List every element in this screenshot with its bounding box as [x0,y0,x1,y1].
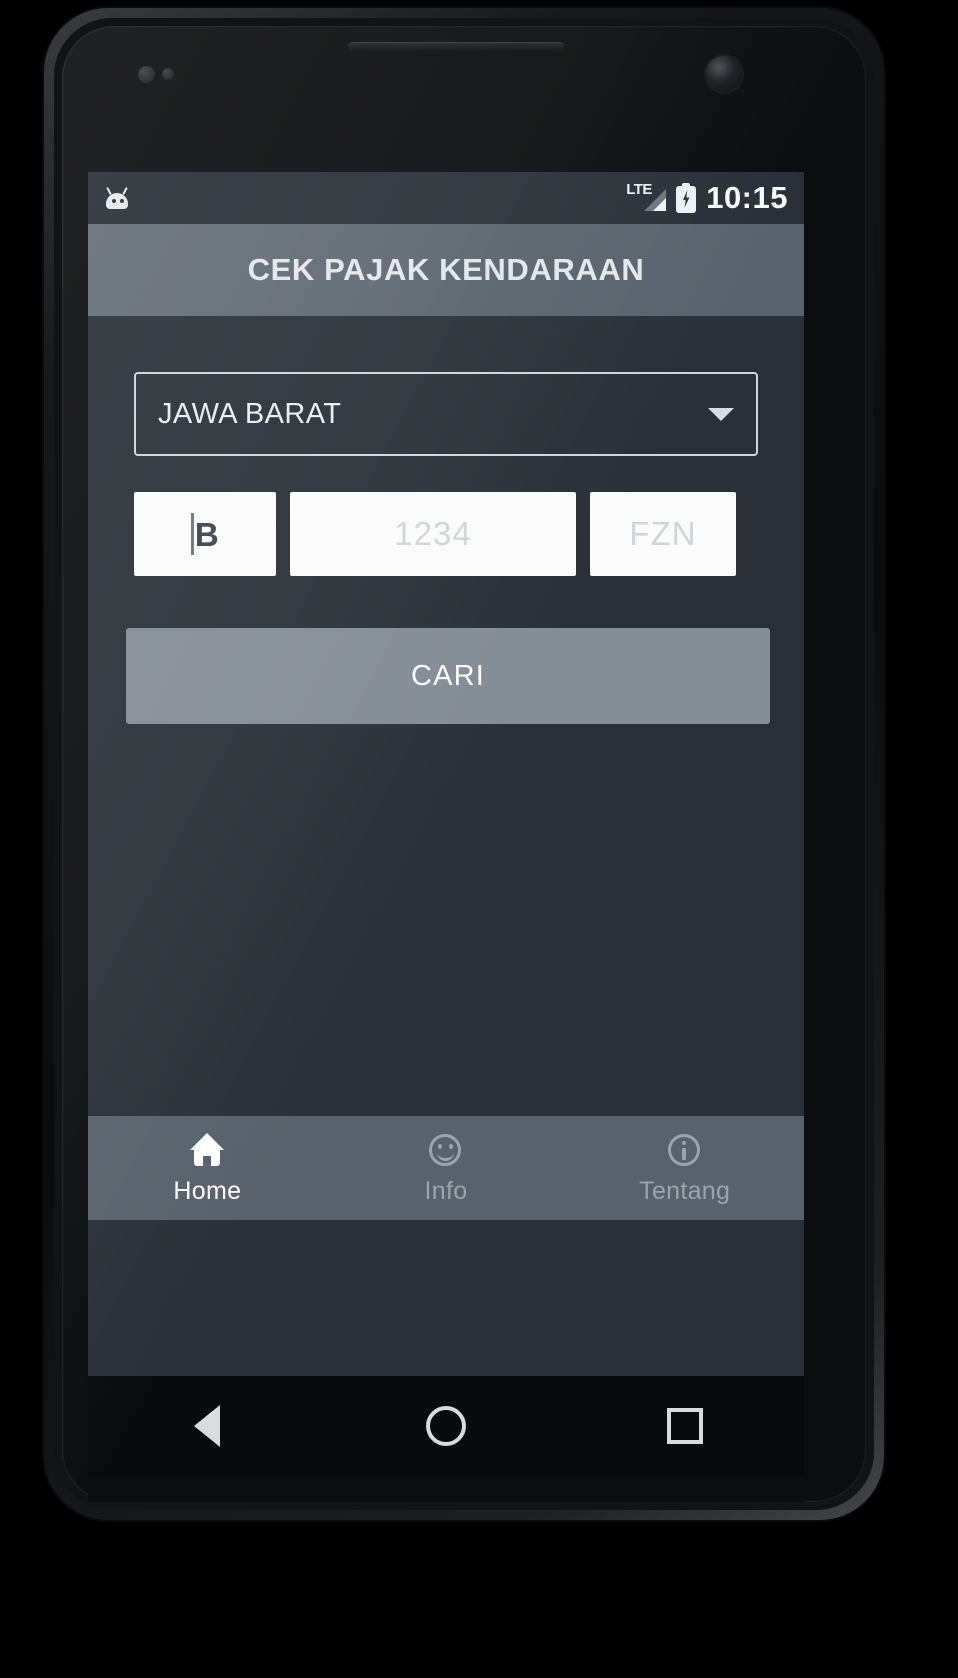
plate-prefix-input[interactable]: B [134,492,276,576]
recents-square-icon [666,1408,703,1444]
back-triangle-icon [194,1405,221,1447]
plate-suffix-placeholder: FZN [629,515,697,552]
main-content: JAWA BARAT B 1234 FZN CARI Home Info Ten… [88,316,804,1220]
info-circle-icon [663,1131,707,1171]
phone-screen: LTE 10:15 CEK PAJAK KENDARAAN JAWA BARAT [88,172,804,1376]
app-bar: CEK PAJAK KENDARAAN [88,224,804,316]
plate-input-row: B 1234 FZN [134,492,764,576]
tab-tentang-label: Tentang [639,1176,731,1205]
system-back-button[interactable] [88,1405,327,1447]
system-home-button[interactable] [327,1406,566,1446]
battery-charging-icon [676,183,697,213]
screen-chin [88,1476,804,1502]
tab-info[interactable]: Info [327,1131,566,1206]
plate-number-input[interactable]: 1234 [290,492,576,576]
system-navigation-bar [88,1376,804,1476]
android-head-icon [104,186,130,209]
tab-info-label: Info [424,1176,468,1205]
plate-suffix-input[interactable]: FZN [590,492,736,576]
text-cursor [190,513,194,555]
page-title: CEK PAJAK KENDARAAN [247,252,645,287]
search-button[interactable]: CARI [126,628,770,724]
system-recents-button[interactable] [565,1408,804,1444]
province-spinner[interactable]: JAWA BARAT [134,372,758,456]
signal-bars-icon: LTE [626,182,667,213]
light-sensor [162,68,174,80]
home-circle-icon [426,1406,466,1446]
screenshot-root: LTE 10:15 CEK PAJAK KENDARAAN JAWA BARAT [0,0,958,1678]
tab-tentang[interactable]: Tentang [565,1131,804,1206]
smiley-icon [424,1131,468,1171]
chevron-down-icon [708,407,734,421]
proximity-sensor [138,66,155,83]
tab-home[interactable]: Home [88,1131,327,1206]
status-bar-right: LTE 10:15 [626,180,788,216]
province-spinner-value: JAWA BARAT [158,397,342,430]
plate-prefix-value: B [190,513,219,555]
bottom-tab-bar: Home Info Tentang [88,1116,804,1220]
status-bar-left [104,186,130,209]
home-icon [185,1131,229,1171]
plate-number-placeholder: 1234 [394,515,472,552]
tab-home-label: Home [173,1176,242,1205]
status-bar-clock: 10:15 [706,180,788,215]
front-camera [706,56,742,92]
status-bar: LTE 10:15 [88,172,804,224]
earpiece-speaker [348,42,564,51]
